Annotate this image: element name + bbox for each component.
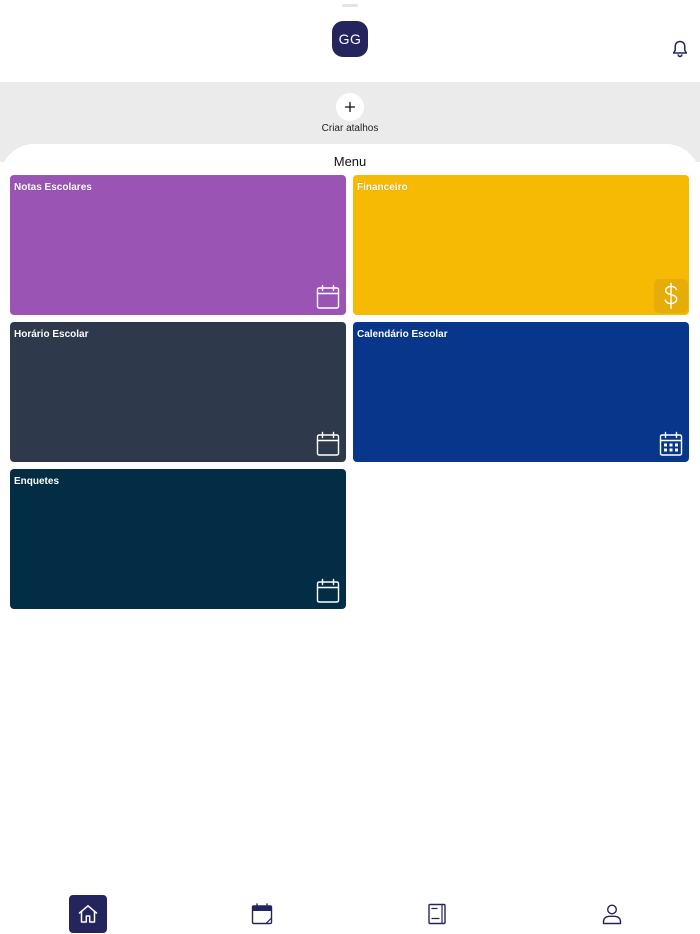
card-title: Horário Escolar: [14, 329, 89, 340]
add-shortcut-button[interactable]: [336, 93, 364, 121]
menu-card-financeiro[interactable]: Financeiro: [353, 175, 689, 315]
card-title: Notas Escolares: [14, 182, 92, 193]
menu-title: Menu: [333, 154, 367, 169]
calendar-icon: [316, 578, 340, 603]
user-icon: [602, 904, 622, 925]
calendar-grid-icon: [659, 431, 683, 456]
calendar-icon: [251, 903, 273, 925]
card-title: Enquetes: [14, 476, 60, 487]
dollar-icon: [654, 279, 688, 313]
tab-profile[interactable]: [593, 895, 631, 933]
top-bar: GG: [0, 0, 700, 82]
calendar-icon: [316, 431, 340, 456]
tab-book[interactable]: [418, 895, 456, 933]
menu-card-calendario-escolar[interactable]: Calendário Escolar: [353, 322, 689, 462]
tab-home[interactable]: [69, 895, 107, 933]
plus-icon: [344, 101, 356, 113]
card-title: Calendário Escolar: [357, 329, 448, 340]
card-title: Financeiro: [357, 182, 408, 193]
menu-card-notas-escolares[interactable]: Notas Escolares: [10, 175, 346, 315]
drag-handle[interactable]: [342, 4, 358, 7]
bell-icon[interactable]: [670, 39, 690, 59]
add-shortcut-label: Criar atalhos: [321, 123, 379, 134]
home-icon: [78, 905, 98, 923]
menu-card-horario-escolar[interactable]: Horário Escolar: [10, 322, 346, 462]
calendar-icon: [316, 284, 340, 309]
avatar[interactable]: GG: [332, 21, 368, 57]
tab-agenda[interactable]: [243, 895, 281, 933]
book-icon: [428, 903, 446, 925]
menu-card-enquetes[interactable]: Enquetes: [10, 469, 346, 609]
